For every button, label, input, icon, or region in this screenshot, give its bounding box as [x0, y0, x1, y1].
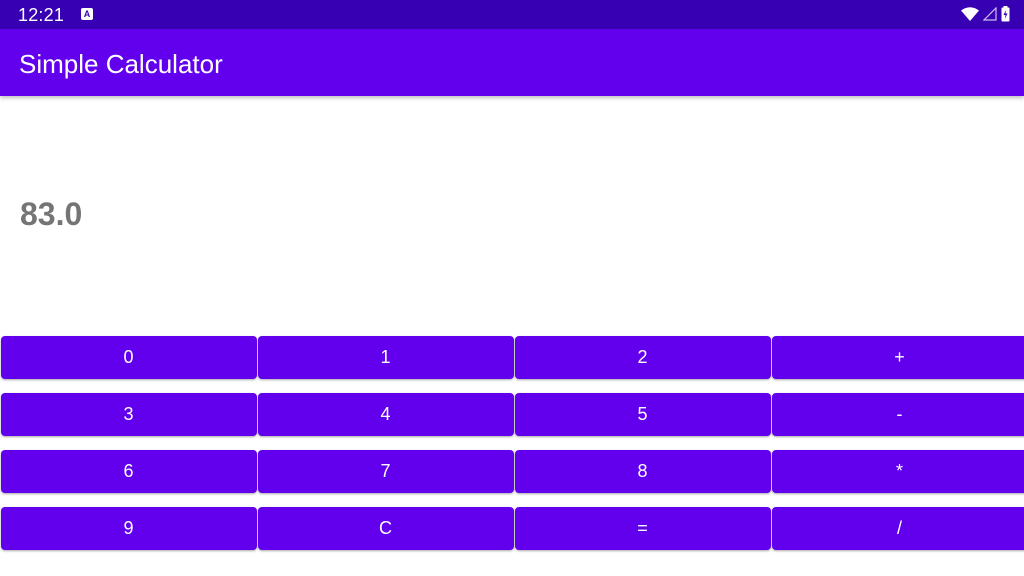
key-6-button[interactable]: 6 [0, 450, 257, 493]
status-bar: 12:21 A [0, 0, 1024, 29]
subtract-button[interactable]: - [771, 393, 1024, 436]
status-time: 12:21 [18, 5, 65, 25]
notification-app-icon-label: A [83, 9, 91, 19]
equals-button[interactable]: = [514, 507, 771, 550]
keypad-row: 3 4 5 - [0, 393, 1024, 436]
key-4-button[interactable]: 4 [257, 393, 514, 436]
keypad-row: 0 1 2 + [0, 336, 1024, 379]
signal-icon [983, 7, 997, 21]
battery-charging-icon [1001, 6, 1010, 22]
result-display: 83.0 [20, 196, 83, 232]
key-7-button[interactable]: 7 [257, 450, 514, 493]
keypad-row: 9 C = / [0, 507, 1024, 550]
app-bar: Simple Calculator [0, 29, 1024, 96]
clear-button[interactable]: C [257, 507, 514, 550]
app-title: Simple Calculator [19, 49, 223, 79]
keypad: 0 1 2 + 3 4 5 - 6 7 8 * 9 C = / [0, 336, 1024, 564]
key-3-button[interactable]: 3 [0, 393, 257, 436]
divide-button[interactable]: / [771, 507, 1024, 550]
add-button[interactable]: + [771, 336, 1024, 379]
status-icons [961, 5, 1010, 23]
key-2-button[interactable]: 2 [514, 336, 771, 379]
key-0-button[interactable]: 0 [0, 336, 257, 379]
key-1-button[interactable]: 1 [257, 336, 514, 379]
key-5-button[interactable]: 5 [514, 393, 771, 436]
calculator-screen: 12:21 A Simple Calculator 83.0 0 1 2 + 3… [0, 0, 1024, 576]
wifi-icon [961, 7, 979, 21]
multiply-button[interactable]: * [771, 450, 1024, 493]
notification-app-icon: A [81, 8, 93, 20]
key-9-button[interactable]: 9 [0, 507, 257, 550]
keypad-row: 6 7 8 * [0, 450, 1024, 493]
key-8-button[interactable]: 8 [514, 450, 771, 493]
